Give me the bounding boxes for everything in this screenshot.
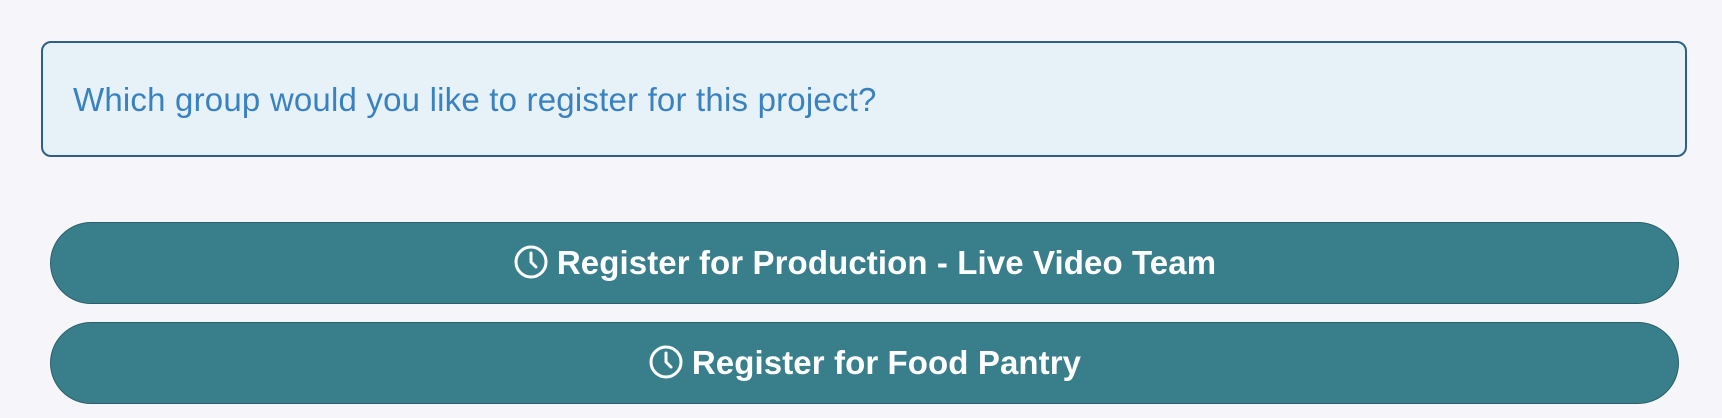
button-content: Register for Production - Live Video Tea…	[513, 244, 1216, 282]
button-label: Register for Food Pantry	[691, 344, 1082, 381]
register-production-live-video-team-button[interactable]: Register for Production - Live Video Tea…	[50, 222, 1679, 304]
button-content: Register for Food Pantry	[648, 344, 1081, 382]
clock-icon	[513, 244, 549, 280]
register-food-pantry-button[interactable]: Register for Food Pantry	[50, 322, 1679, 404]
button-label: Register for Production - Live Video Tea…	[556, 244, 1217, 281]
registration-question: Which group would you like to register f…	[73, 81, 877, 118]
clock-icon	[648, 344, 684, 380]
registration-prompt-box: Which group would you like to register f…	[41, 41, 1687, 157]
